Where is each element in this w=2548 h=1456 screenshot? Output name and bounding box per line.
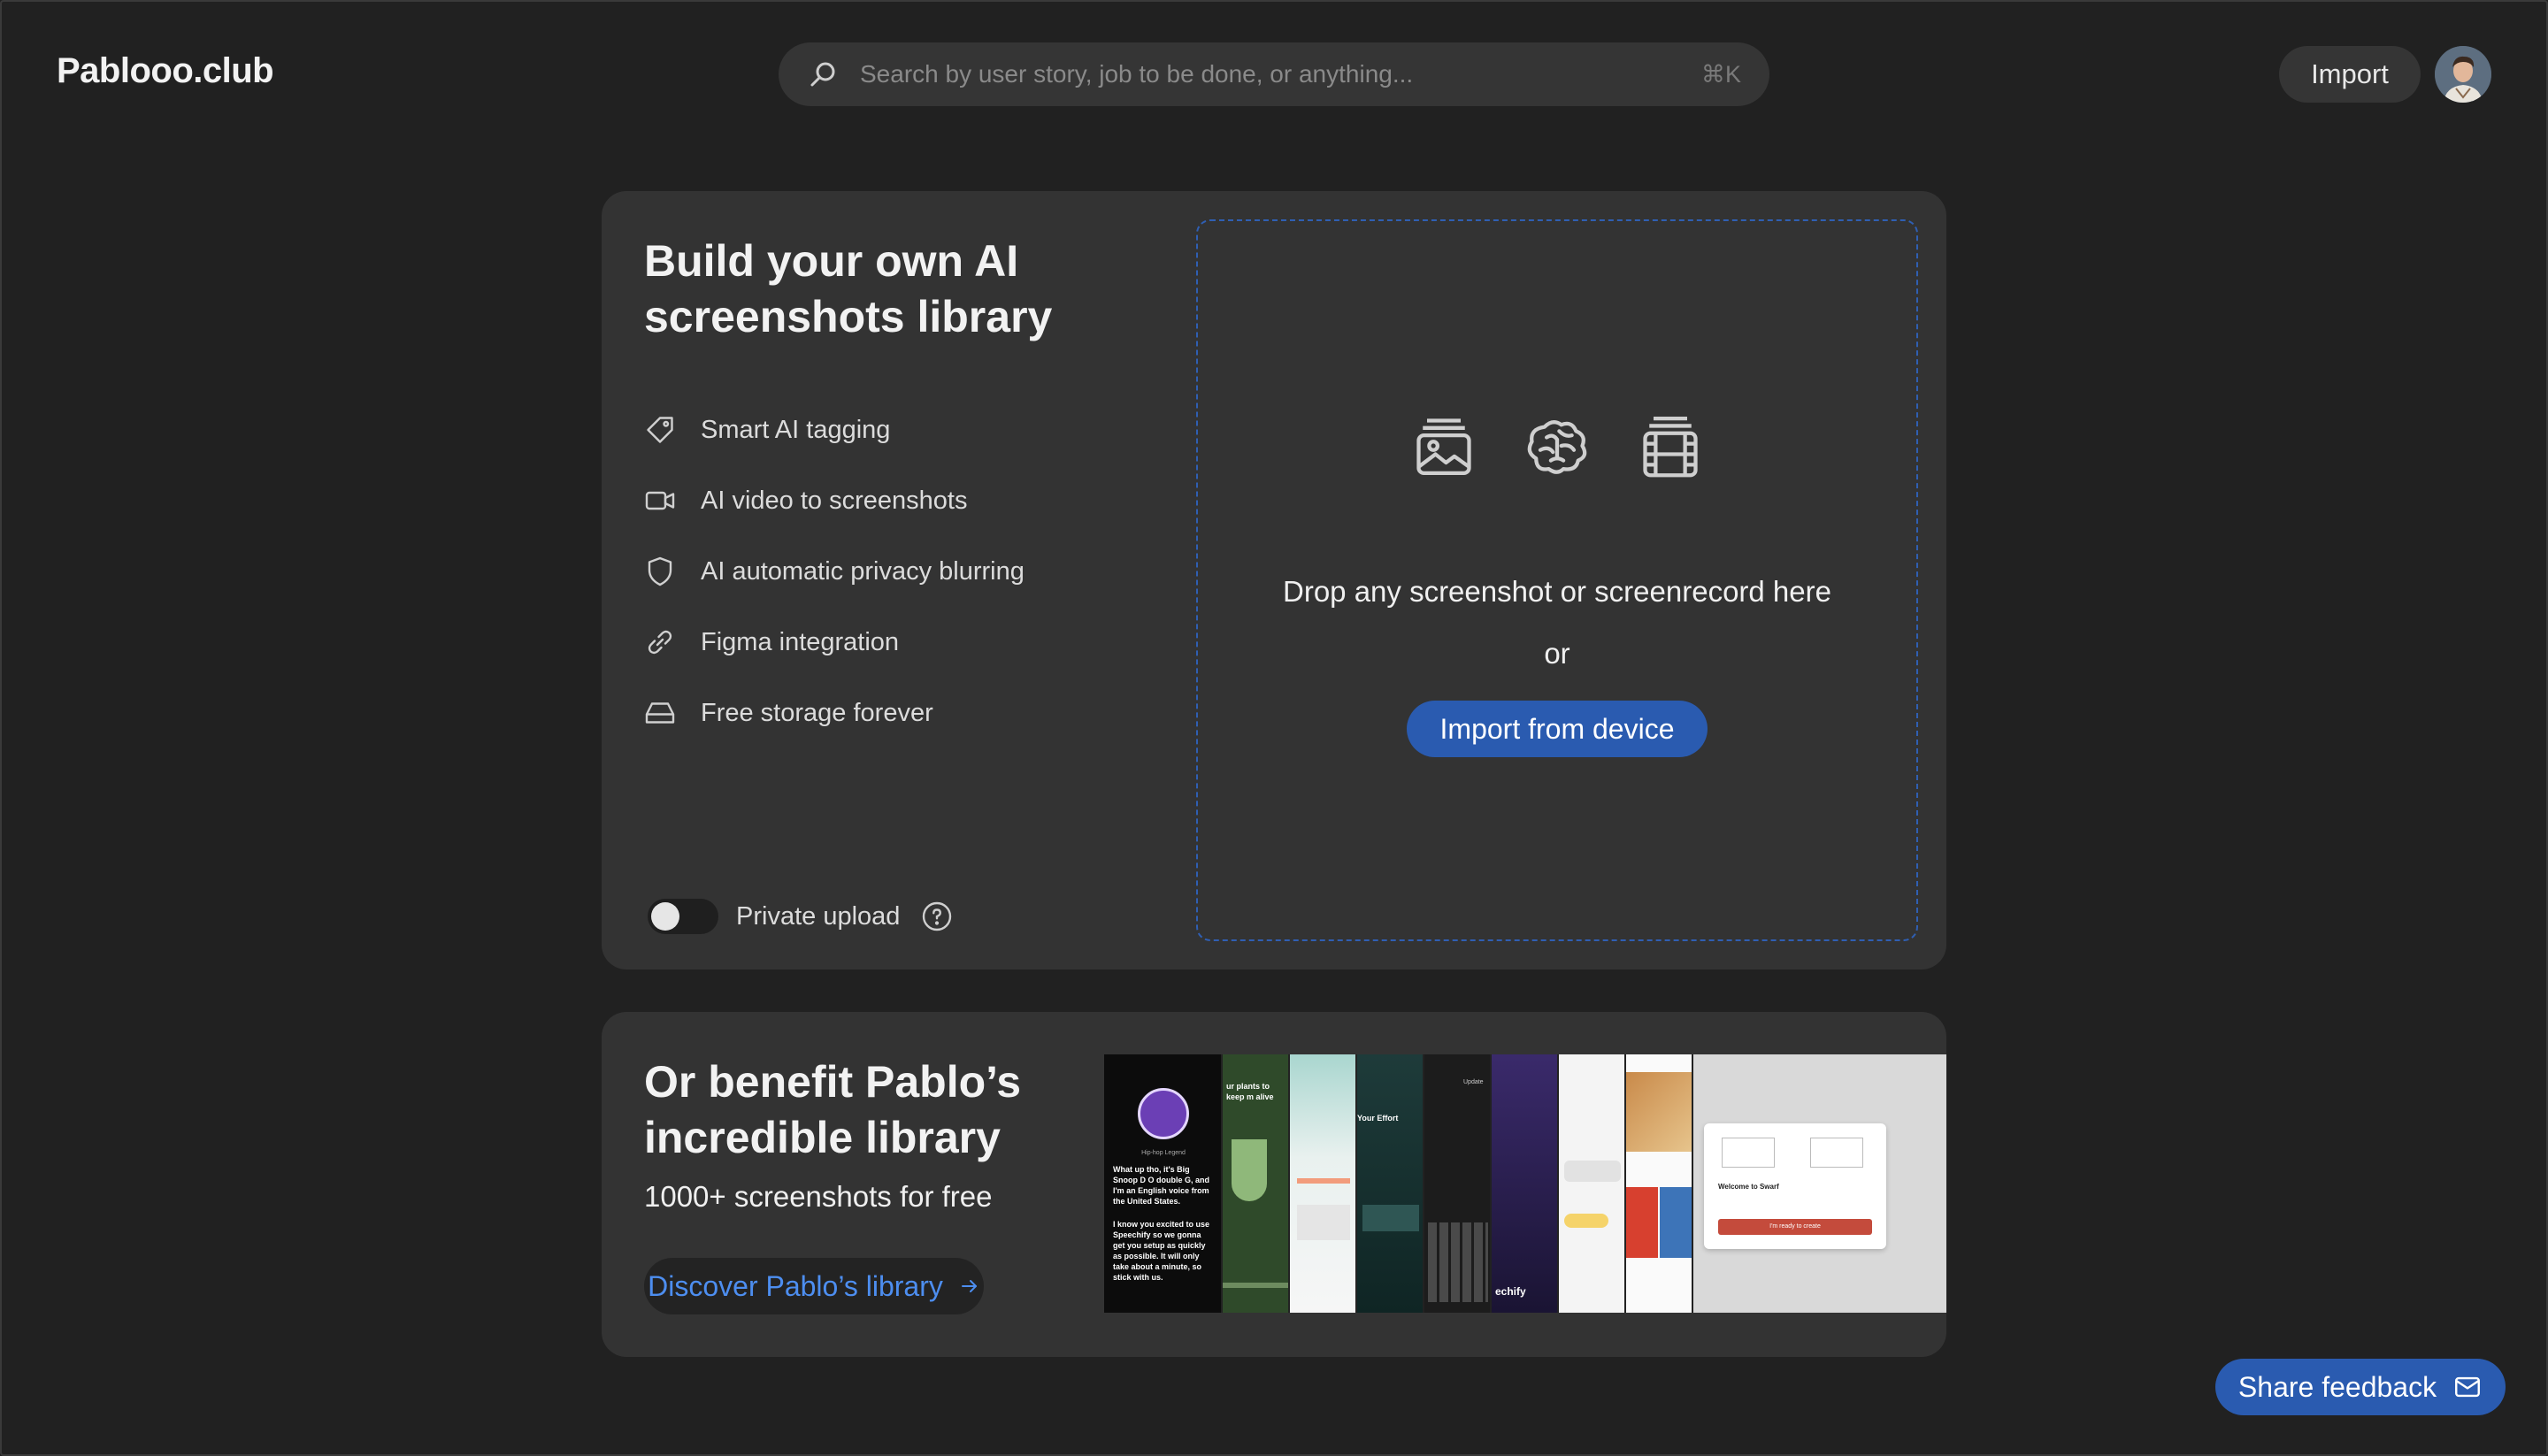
preview-modal: Welcome to Swarf I'm ready to create <box>1704 1123 1886 1249</box>
help-icon[interactable] <box>921 900 953 932</box>
feature-item: Free storage forever <box>644 678 1025 748</box>
preview-bubble <box>1564 1161 1621 1182</box>
private-upload-label: Private upload <box>736 901 901 931</box>
preview-sketch <box>1810 1138 1863 1168</box>
mail-icon <box>2455 1376 2481 1398</box>
feature-list: Smart AI tagging AI video to screenshots… <box>644 395 1025 748</box>
site-logo[interactable]: Pablooo.club <box>57 51 274 91</box>
preview-avatar <box>1138 1088 1189 1139</box>
preview-button: I'm ready to create <box>1718 1219 1872 1235</box>
preview-photo <box>1626 1187 1658 1258</box>
preview-illustration <box>1232 1139 1267 1201</box>
search-icon <box>810 62 835 87</box>
share-feedback-label: Share feedback <box>2237 1370 2437 1403</box>
feature-label: Smart AI tagging <box>701 415 891 444</box>
preview-photo <box>1660 1187 1692 1258</box>
preview-screenshot: Welcome to Swarf I'm ready to create <box>1693 1054 1946 1313</box>
discover-library-button[interactable]: Discover Pablo’s library <box>644 1258 984 1314</box>
dropzone-icons <box>1198 412 1916 479</box>
import-from-device-button[interactable]: Import from device <box>1407 701 1708 757</box>
feature-label: Free storage forever <box>701 698 933 727</box>
storage-drive-icon <box>645 702 675 724</box>
arrow-right-icon <box>961 1280 977 1292</box>
preview-screenshot <box>1626 1054 1693 1313</box>
share-feedback-button[interactable]: Share feedback <box>2215 1359 2506 1415</box>
feature-label: Figma integration <box>701 627 900 656</box>
preview-caption: Update <box>1463 1079 1484 1085</box>
library-subtitle: 1000+ screenshots for free <box>644 1180 993 1213</box>
user-avatar[interactable] <box>2435 46 2491 103</box>
preview-caption: I know you excited to use Speechify so w… <box>1113 1220 1210 1282</box>
preview-screenshot: Hip-hop Legend What up tho, it's Big Sno… <box>1104 1054 1223 1313</box>
feature-item: AI video to screenshots <box>644 465 1025 536</box>
preview-screenshot: Your Effort <box>1357 1054 1424 1313</box>
film-strip-icon <box>1643 416 1698 478</box>
preview-caption: Your Effort <box>1357 1114 1399 1123</box>
preview-caption: What up tho, it's Big Snoop D O double G… <box>1113 1165 1209 1206</box>
search-shortcut-hint: ⌘K <box>1700 60 1741 88</box>
preview-sketch <box>1722 1138 1775 1168</box>
preview-caption: ur plants to keep m alive <box>1226 1082 1274 1101</box>
pablo-library-card: Or benefit Pablo’s incredible library 10… <box>602 1012 1946 1357</box>
library-preview-strip[interactable]: Hip-hop Legend What up tho, it's Big Sno… <box>1104 1054 1946 1313</box>
preview-bubble <box>1564 1214 1608 1228</box>
discover-library-label: Discover Pablo’s library <box>648 1269 943 1302</box>
import-button[interactable]: Import <box>2279 46 2421 103</box>
feature-item: AI automatic privacy blurring <box>644 536 1025 607</box>
preview-screenshot <box>1559 1054 1626 1313</box>
preview-screenshot: ur plants to keep m alive <box>1223 1054 1290 1313</box>
preview-caption: Hip-hop Legend <box>1141 1150 1186 1156</box>
shield-icon <box>648 556 672 586</box>
preview-caption: Welcome to Swarf <box>1718 1183 1779 1191</box>
toggle-knob <box>651 902 679 931</box>
preview-screenshot <box>1290 1054 1357 1313</box>
library-title: Or benefit Pablo’s incredible library <box>644 1057 1022 1162</box>
preview-bar <box>1297 1178 1350 1184</box>
link-icon <box>648 630 672 655</box>
build-library-title: Build your own AI screenshots library <box>644 236 1053 341</box>
preview-caption: I'm ready to create <box>1769 1223 1821 1230</box>
video-camera-icon <box>645 491 675 510</box>
preview-screenshot: echify <box>1492 1054 1559 1313</box>
tag-icon <box>647 417 673 443</box>
preview-bar <box>1223 1283 1288 1288</box>
preview-photo <box>1626 1072 1692 1152</box>
dropzone-text: Drop any screenshot or screenrecord here <box>1283 575 1831 608</box>
feature-item: Smart AI tagging <box>644 395 1025 465</box>
search-bar[interactable]: ⌘K <box>779 42 1769 106</box>
preview-caption: echify <box>1495 1285 1526 1298</box>
private-upload-toggle[interactable] <box>648 899 718 934</box>
preview-keyboard <box>1428 1222 1488 1302</box>
upload-dropzone[interactable]: Drop any screenshot or screenrecord here… <box>1196 219 1918 941</box>
preview-screenshot: Update <box>1424 1054 1492 1313</box>
feature-label: AI video to screenshots <box>701 486 968 515</box>
private-upload-row: Private upload <box>648 899 953 934</box>
image-stack-icon <box>1416 418 1471 476</box>
feature-label: AI automatic privacy blurring <box>701 556 1025 586</box>
search-input[interactable] <box>860 60 1684 88</box>
preview-chart <box>1362 1205 1419 1231</box>
feature-item: Figma integration <box>644 607 1025 678</box>
dropzone-or: or <box>1544 637 1570 670</box>
build-library-card: Build your own AI screenshots library Sm… <box>602 191 1946 969</box>
preview-block <box>1297 1205 1350 1240</box>
brain-icon <box>1527 420 1587 474</box>
